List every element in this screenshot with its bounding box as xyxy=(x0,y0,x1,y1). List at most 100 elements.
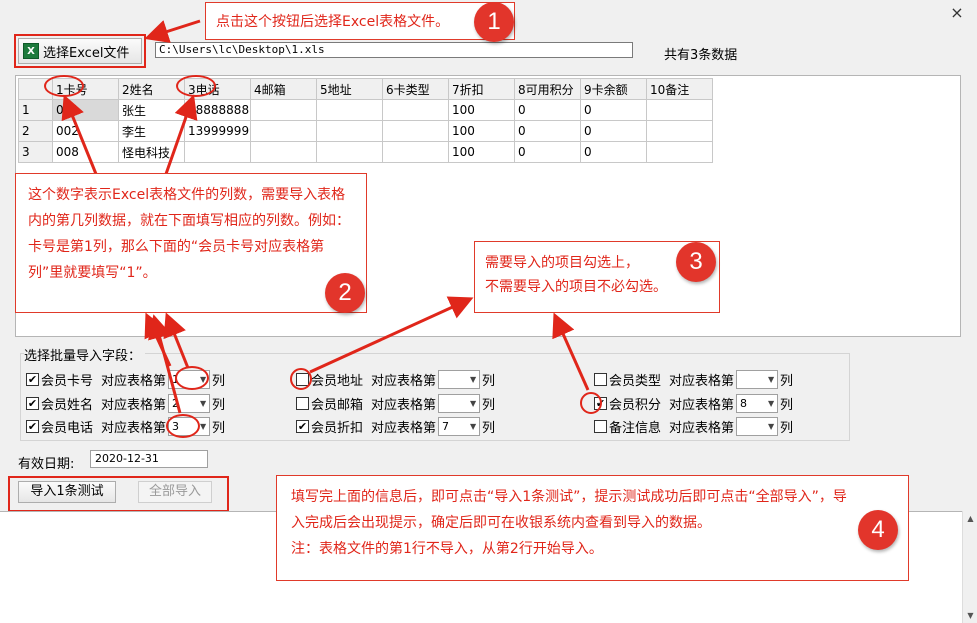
grid-cell[interactable] xyxy=(250,99,317,121)
scroll-up-icon[interactable]: ▲ xyxy=(963,511,977,526)
grid-cell[interactable]: 李生 xyxy=(118,120,185,142)
callout-3-badge: 3 xyxy=(676,242,716,282)
row-number[interactable]: 2 xyxy=(18,120,53,142)
grid-cell[interactable] xyxy=(646,99,713,121)
field-checkbox[interactable]: ✔ xyxy=(26,396,39,410)
row-number[interactable]: 1 xyxy=(18,99,53,121)
field-row: 会员邮箱 对应表格第 ▼ 列 xyxy=(296,393,495,413)
grid-cell[interactable] xyxy=(250,120,317,142)
field-label[interactable]: 会员折扣 xyxy=(311,417,363,436)
highlight-ellipse-phone-col xyxy=(176,75,216,97)
table-row[interactable]: 3 008 怪电科技 100 0 0 xyxy=(18,141,713,163)
callout-4-line2: 注：表格文件的第1行不导入，从第2行开始导入。 xyxy=(291,541,603,557)
grid-cell[interactable]: 18888888888 xyxy=(184,99,251,121)
scroll-down-icon[interactable]: ▼ xyxy=(963,608,977,623)
grid-column-header[interactable]: 9卡余额 xyxy=(580,78,647,100)
chevron-down-icon[interactable]: ▼ xyxy=(765,422,777,431)
field-row: ✔ 会员姓名 对应表格第 2 ▼ 列 xyxy=(26,393,225,413)
field-row: ✔ 会员折扣 对应表格第 7 ▼ 列 xyxy=(296,416,495,436)
column-prefix-label: 对应表格第 xyxy=(669,397,735,413)
column-number-select[interactable]: ▼ xyxy=(736,369,779,389)
chevron-down-icon[interactable]: ▼ xyxy=(467,399,479,408)
column-number-select[interactable]: 2 ▼ xyxy=(168,393,211,413)
grid-column-header[interactable]: 2姓名 xyxy=(118,78,185,100)
grid-cell[interactable]: 002 xyxy=(52,120,119,142)
field-label[interactable]: 备注信息 xyxy=(609,417,661,436)
file-path-field[interactable]: C:\Users\lc\Desktop\1.xls xyxy=(155,42,633,58)
field-checkbox[interactable] xyxy=(594,372,607,386)
field-label[interactable]: 会员姓名 xyxy=(41,394,93,413)
close-icon[interactable]: × xyxy=(947,4,967,24)
grid-cell[interactable]: 0 xyxy=(580,141,647,163)
grid-cell[interactable] xyxy=(316,141,383,163)
field-label[interactable]: 会员积分 xyxy=(609,394,661,413)
column-number-select[interactable]: ▼ xyxy=(438,369,481,389)
grid-cell[interactable]: 13999999999 xyxy=(184,120,251,142)
column-number-select[interactable]: 8 ▼ xyxy=(736,393,779,413)
field-checkbox[interactable]: ✔ xyxy=(296,419,309,433)
grid-column-header[interactable]: 10备注 xyxy=(646,78,713,100)
field-row: ✔ 会员积分 对应表格第 8 ▼ 列 xyxy=(594,393,793,413)
table-row[interactable]: 1001张生1888888888810000 xyxy=(18,99,713,121)
import-all-button[interactable]: 全部导入 xyxy=(138,481,212,503)
grid-cell[interactable] xyxy=(184,141,251,163)
chevron-down-icon[interactable]: ▼ xyxy=(765,375,777,384)
grid-cell[interactable]: 0 xyxy=(514,120,581,142)
column-number-select[interactable]: ▼ xyxy=(438,393,481,413)
field-label[interactable]: 会员邮箱 xyxy=(311,394,363,413)
field-label[interactable]: 会员电话 xyxy=(41,417,93,436)
callout-2-text: 这个数字表示Excel表格文件的列数，需要导入表格内的第几列数据，就在下面填写相… xyxy=(28,187,350,281)
chevron-down-icon[interactable]: ▼ xyxy=(467,422,479,431)
expiry-date-picker[interactable]: 2020-12-31 xyxy=(90,450,208,468)
grid-cell[interactable] xyxy=(316,99,383,121)
chevron-down-icon[interactable]: ▼ xyxy=(197,399,209,408)
column-suffix-label: 列 xyxy=(212,373,226,389)
grid-cell[interactable]: 0 xyxy=(514,99,581,121)
grid-cell[interactable]: 008 xyxy=(52,141,119,163)
grid-column-header[interactable]: 4邮箱 xyxy=(250,78,317,100)
callout-3-line2: 不需要导入的项目不必勾选。 xyxy=(485,279,667,295)
grid-cell[interactable]: 100 xyxy=(448,120,515,142)
grid-column-header[interactable]: 5地址 xyxy=(316,78,383,100)
grid-cell[interactable]: 100 xyxy=(448,99,515,121)
field-label[interactable]: 会员类型 xyxy=(609,370,661,389)
grid-cell[interactable] xyxy=(382,99,449,121)
chevron-down-icon[interactable]: ▼ xyxy=(467,375,479,384)
grid-cell[interactable] xyxy=(382,141,449,163)
grid-cell[interactable]: 怪电科技 xyxy=(118,141,185,163)
grid-cell[interactable]: 张生 xyxy=(118,99,185,121)
select-excel-label: 选择Excel文件 xyxy=(43,45,130,61)
grid-cell[interactable]: 100 xyxy=(448,141,515,163)
grid-cell[interactable] xyxy=(646,120,713,142)
grid-column-header[interactable]: 7折扣 xyxy=(448,78,515,100)
field-checkbox[interactable]: ✔ xyxy=(26,372,39,386)
table-row[interactable]: 2002李生1399999999910000 xyxy=(18,120,713,142)
field-checkbox[interactable] xyxy=(594,419,607,433)
log-scrollbar[interactable]: ▲ ▼ xyxy=(962,511,977,623)
callout-1-badge: 1 xyxy=(474,2,514,42)
field-checkbox[interactable]: ✔ xyxy=(26,419,39,433)
field-checkbox[interactable] xyxy=(296,396,309,410)
grid-cell[interactable] xyxy=(382,120,449,142)
row-number[interactable]: 3 xyxy=(18,141,53,163)
grid-cell[interactable] xyxy=(250,141,317,163)
grid-cell[interactable]: 0 xyxy=(580,99,647,121)
grid-cell[interactable]: 0 xyxy=(580,120,647,142)
column-number-select[interactable]: ▼ xyxy=(736,416,779,436)
grid-column-header[interactable]: 6卡类型 xyxy=(382,78,449,100)
field-label[interactable]: 会员地址 xyxy=(311,370,363,389)
column-prefix-label: 对应表格第 xyxy=(101,420,167,436)
column-number-select[interactable]: 7 ▼ xyxy=(438,416,481,436)
grid-cell[interactable]: 001 xyxy=(52,99,119,121)
field-label[interactable]: 会员卡号 xyxy=(41,370,93,389)
chevron-down-icon[interactable]: ▼ xyxy=(765,399,777,408)
callout-1: 点击这个按钮后选择Excel表格文件。 xyxy=(205,2,515,40)
select-excel-button[interactable]: X 选择Excel文件 xyxy=(18,38,142,64)
import-test-button[interactable]: 导入1条测试 xyxy=(18,481,116,503)
grid-cell[interactable] xyxy=(646,141,713,163)
grid-cell[interactable]: 0 xyxy=(514,141,581,163)
grid-column-header[interactable]: 8可用积分 xyxy=(514,78,581,100)
column-prefix-label: 对应表格第 xyxy=(101,397,167,413)
column-prefix-label: 对应表格第 xyxy=(371,420,437,436)
grid-cell[interactable] xyxy=(316,120,383,142)
